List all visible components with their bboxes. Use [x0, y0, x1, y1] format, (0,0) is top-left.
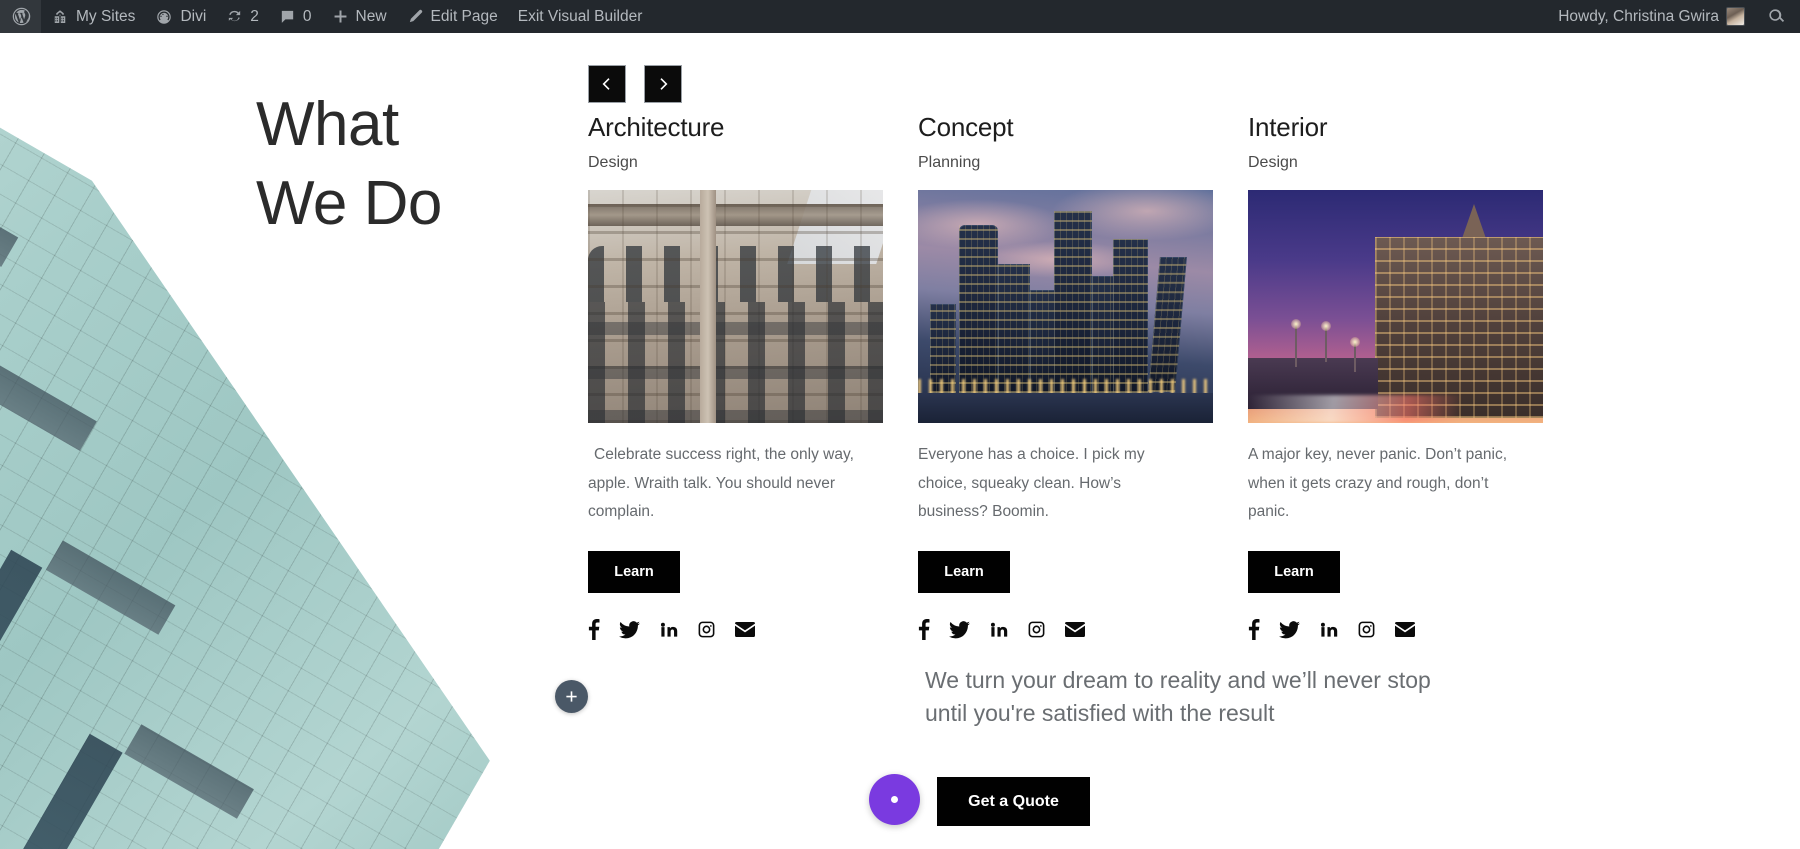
admin-bar-item-new[interactable]: New	[322, 0, 397, 33]
wp-admin-bar: My Sites Divi 2 0 New Edit Page Exit Vis…	[0, 0, 1800, 33]
sites-icon	[51, 8, 69, 26]
greeting-text: Howdy, Christina Gwira	[1558, 7, 1719, 25]
social-links-row	[588, 619, 883, 641]
email-icon[interactable]	[1065, 622, 1085, 638]
instagram-icon[interactable]	[697, 620, 716, 639]
facebook-icon[interactable]	[1248, 619, 1260, 641]
admin-bar-label-exit-visual-builder: Exit Visual Builder	[517, 7, 643, 25]
card-body-text: Celebrate success right, the only way, a…	[588, 445, 854, 521]
admin-bar-updates-count: 2	[250, 7, 259, 25]
admin-bar-item-my-account[interactable]: Howdy, Christina Gwira	[1548, 0, 1755, 33]
card-subtitle: Planning	[918, 153, 981, 171]
card-subtitle: Design	[1248, 153, 1298, 171]
tagline: We turn your dream to reality and we’ll …	[925, 664, 1535, 731]
admin-bar-label-edit-page: Edit Page	[430, 7, 498, 25]
learn-button[interactable]: Learn	[1248, 550, 1340, 593]
linkedin-icon[interactable]	[989, 620, 1008, 639]
comment-icon	[279, 8, 296, 25]
linkedin-icon[interactable]	[659, 620, 678, 639]
twitter-icon[interactable]	[1279, 621, 1300, 639]
chevron-right-icon	[655, 76, 671, 92]
admin-bar-item-exit-visual-builder[interactable]: Exit Visual Builder	[508, 0, 653, 33]
service-card-interior: Interior Design A major key, never panic…	[1248, 112, 1543, 641]
card-title: Interior	[1248, 112, 1328, 142]
learn-button[interactable]: Learn	[588, 550, 680, 593]
admin-bar-item-updates[interactable]: 2	[216, 0, 269, 33]
admin-bar-label-my-sites: My Sites	[76, 7, 136, 25]
tagline-line-2: until you're satisfied with the result	[925, 700, 1275, 727]
divi-icon	[155, 8, 173, 26]
card-subtitle: Design	[588, 153, 638, 171]
social-links-row	[918, 619, 1213, 641]
admin-bar-label-divi: Divi	[180, 7, 207, 25]
pencil-icon	[407, 8, 424, 25]
admin-bar-right-group: Howdy, Christina Gwira	[1548, 0, 1800, 33]
card-image	[588, 189, 883, 423]
instagram-icon[interactable]	[1357, 620, 1376, 639]
card-body-text: A major key, never panic. Don’t panic, w…	[1248, 445, 1508, 521]
slider-navigation	[588, 65, 682, 103]
instagram-icon[interactable]	[1027, 620, 1046, 639]
admin-bar-item-edit-page[interactable]: Edit Page	[397, 0, 508, 33]
get-a-quote-button[interactable]: Get a Quote	[937, 777, 1090, 826]
tagline-line-1: We turn your dream to reality and we’ll …	[925, 667, 1431, 693]
email-icon[interactable]	[735, 622, 755, 638]
email-icon[interactable]	[1395, 622, 1415, 638]
linkedin-icon[interactable]	[1319, 620, 1338, 639]
twitter-icon[interactable]	[619, 621, 640, 639]
social-links-row	[1248, 619, 1543, 641]
avatar	[1726, 7, 1745, 26]
facebook-icon[interactable]	[918, 619, 930, 641]
page-title-line-1: What	[256, 90, 399, 159]
admin-bar-item-search[interactable]	[1755, 0, 1800, 33]
card-title: Architecture	[588, 112, 725, 142]
learn-button[interactable]: Learn	[918, 550, 1010, 593]
card-title: Concept	[918, 112, 1014, 142]
admin-bar-label-new: New	[355, 7, 387, 25]
slider-next-button[interactable]	[644, 65, 682, 103]
ellipsis-icon	[891, 796, 898, 803]
admin-bar-item-wp-logo[interactable]	[0, 0, 41, 33]
updates-icon	[226, 8, 243, 25]
card-image	[1248, 189, 1543, 423]
service-card-concept: Concept Planning Everyone has a choice. …	[918, 112, 1213, 641]
search-icon	[1767, 7, 1786, 26]
plus-icon	[564, 689, 579, 704]
twitter-icon[interactable]	[949, 621, 970, 639]
add-module-button[interactable]	[555, 680, 588, 713]
page-title-line-2: We Do	[256, 169, 442, 239]
admin-bar-item-comments[interactable]: 0	[269, 0, 322, 33]
service-card-architecture: Architecture Design Celebrate success ri…	[588, 112, 883, 641]
facebook-icon[interactable]	[588, 619, 600, 641]
admin-bar-item-my-sites[interactable]: My Sites	[41, 0, 145, 33]
chevron-left-icon	[599, 76, 615, 92]
wordpress-icon	[11, 6, 32, 27]
admin-bar-item-divi[interactable]: Divi	[145, 0, 216, 33]
admin-bar-comments-count: 0	[302, 7, 312, 25]
card-body-text: Everyone has a choice. I pick my choice,…	[918, 445, 1145, 521]
plus-icon	[332, 8, 349, 25]
divi-builder-fab[interactable]	[869, 774, 920, 825]
page-title: What We Do	[256, 85, 516, 244]
slider-prev-button[interactable]	[588, 65, 626, 103]
card-image	[918, 189, 1213, 423]
